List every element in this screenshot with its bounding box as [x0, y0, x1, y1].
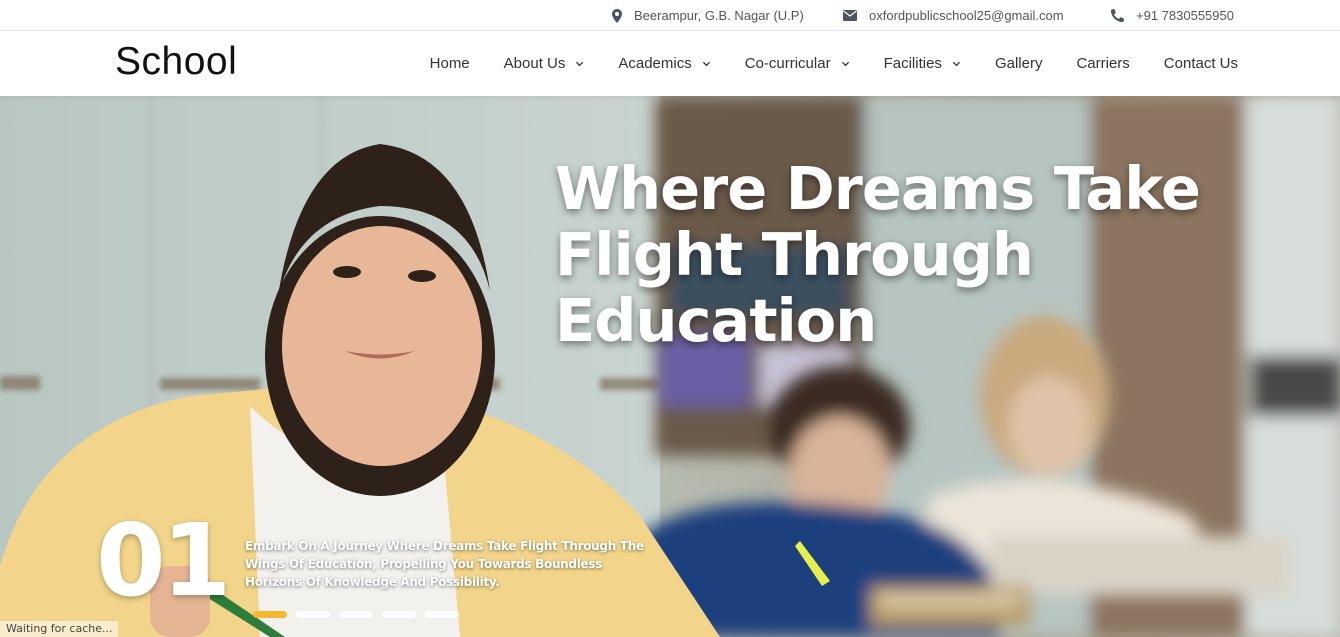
- nav-item-label[interactable]: Facilities: [884, 55, 942, 72]
- nav-item-label[interactable]: Gallery: [995, 55, 1043, 72]
- chevron-down-icon: [576, 61, 584, 67]
- phone-icon: [1111, 9, 1124, 22]
- nav-item-label[interactable]: Carriers: [1076, 55, 1129, 72]
- address-info: Beerampur, G.B. Nagar (U.P): [612, 0, 804, 31]
- chevron-down-icon: [952, 61, 961, 67]
- top-info-bar: Beerampur, G.B. Nagar (U.P) oxfordpublic…: [0, 0, 1340, 31]
- site-logo[interactable]: School: [115, 40, 237, 84]
- nav-item-about-us[interactable]: About Us: [504, 55, 585, 72]
- nav-item-facilities[interactable]: Facilities: [884, 55, 961, 72]
- nav-item-carriers[interactable]: Carriers: [1076, 55, 1129, 72]
- browser-status-text: Waiting for cache...: [0, 621, 119, 637]
- hero-heading: Where Dreams Take Flight Through Educati…: [555, 156, 1275, 354]
- hero-heading-line: Where Dreams Take: [555, 154, 1201, 223]
- address-text: Beerampur, G.B. Nagar (U.P): [634, 8, 804, 23]
- email-text[interactable]: oxfordpublicschool25@gmail.com: [869, 8, 1064, 23]
- nav-item-label[interactable]: Academics: [618, 55, 691, 72]
- phone-text[interactable]: +91 7830555950: [1136, 8, 1234, 23]
- hero-slider: Where Dreams Take Flight Through Educati…: [0, 96, 1340, 637]
- hero-heading-line: Flight Through: [555, 220, 1034, 289]
- nav-item-label[interactable]: Co-curricular: [745, 55, 831, 72]
- map-marker-icon: [612, 8, 622, 23]
- phone-info[interactable]: +91 7830555950: [1111, 0, 1234, 31]
- nav-menu: Home About Us Academics Co-curricular Fa…: [430, 31, 1238, 96]
- slider-dot[interactable]: [253, 611, 287, 618]
- slider-pagination: [253, 611, 468, 618]
- slider-dot[interactable]: [425, 611, 459, 618]
- nav-item-contact-us[interactable]: Contact Us: [1164, 55, 1238, 72]
- chevron-down-icon: [841, 61, 849, 67]
- nav-item-label[interactable]: Contact Us: [1164, 55, 1238, 72]
- slide-number: 01: [96, 502, 231, 619]
- nav-item-home[interactable]: Home: [430, 55, 470, 72]
- nav-item-gallery[interactable]: Gallery: [995, 55, 1043, 72]
- chevron-down-icon: [702, 61, 710, 67]
- nav-item-label[interactable]: Home: [430, 55, 470, 72]
- nav-item-academics[interactable]: Academics: [618, 55, 710, 72]
- envelope-icon: [843, 10, 857, 21]
- nav-item-label[interactable]: About Us: [504, 55, 566, 72]
- slider-dot[interactable]: [382, 611, 416, 618]
- hero-heading-line: Education: [555, 286, 877, 355]
- slide-description: Embark On A Journey Where Dreams Take Fl…: [245, 539, 644, 589]
- slider-dot[interactable]: [339, 611, 373, 618]
- main-navbar: School Home About Us Academics Co-curric…: [0, 31, 1340, 96]
- nav-item-co-curricular[interactable]: Co-curricular: [745, 55, 850, 72]
- slider-dot[interactable]: [296, 611, 330, 618]
- email-info[interactable]: oxfordpublicschool25@gmail.com: [843, 0, 1064, 31]
